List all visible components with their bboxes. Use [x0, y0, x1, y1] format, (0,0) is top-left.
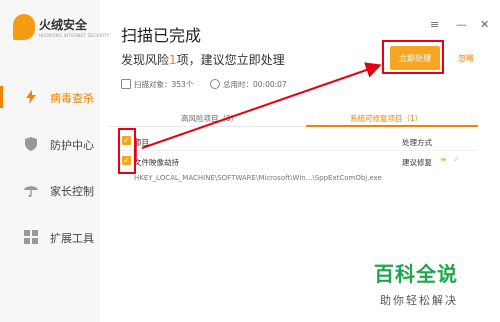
tab-high-risk[interactable]: 高风险项目（0）	[181, 113, 238, 124]
elapsed-time: 总用时：00:00:07	[210, 79, 287, 90]
sidebar-item-label: 病毒查杀	[50, 92, 94, 105]
ignore-link[interactable]: 忽略	[458, 53, 474, 64]
sidebar-item-virus-scan[interactable]: 病毒查杀	[0, 82, 100, 112]
app-subname: HUORONG INTERNET SECURITY	[39, 33, 110, 38]
annotation-box-button	[382, 40, 444, 74]
scanned-objects: 扫描对象：353个	[121, 79, 193, 90]
tab-fixable[interactable]: 系统可修复项目（1）	[350, 113, 422, 124]
umbrella-icon	[24, 186, 38, 197]
menu-button[interactable]: ≡	[430, 18, 439, 31]
check-icon[interactable]: ✓	[453, 155, 460, 164]
column-header-action: 处理方式	[402, 138, 432, 147]
flame-logo-icon	[13, 14, 35, 40]
sidebar: 火绒安全 HUORONG INTERNET SECURITY 病毒查杀 防护中心…	[0, 0, 109, 322]
row-divider	[118, 150, 478, 151]
clock-icon	[210, 79, 220, 89]
risk-suffix: 项，建议您立即处理	[176, 53, 285, 67]
watermark-subtitle: 助你轻松解决	[380, 294, 458, 307]
elapsed-text: 总用时：00:00:07	[223, 80, 287, 89]
close-button[interactable]: ✕	[480, 18, 489, 31]
sidebar-item-label: 扩展工具	[50, 232, 94, 245]
app-name: 火绒安全	[39, 18, 88, 32]
sidebar-item-label: 防护中心	[50, 139, 94, 152]
lightning-icon	[26, 90, 36, 104]
shield-icon	[25, 137, 37, 151]
app-logo: 火绒安全 HUORONG INTERNET SECURITY	[13, 14, 109, 44]
risk-prefix: 发现风险	[121, 53, 170, 67]
active-indicator	[0, 86, 3, 108]
sidebar-item-parental[interactable]: 家长控制	[0, 175, 100, 205]
row-item-name: 文件映像劫持	[134, 158, 179, 167]
sidebar-item-protection[interactable]: 防护中心	[0, 129, 100, 159]
grid-icon	[24, 230, 38, 244]
watermark-title: 百科全说	[374, 262, 458, 286]
minimize-button[interactable]: —	[456, 18, 467, 31]
document-icon	[121, 79, 131, 89]
sidebar-item-tools[interactable]: 扩展工具	[0, 222, 100, 252]
risk-summary: 发现风险1项，建议您立即处理	[121, 51, 285, 68]
column-header-item: 项目	[134, 138, 149, 147]
row-action-select[interactable]: 建议修复	[402, 157, 432, 168]
annotation-box-checkbox	[118, 128, 136, 174]
active-tab-underline	[306, 125, 478, 127]
risk-count: 1	[169, 53, 177, 67]
page-title: 扫描已完成	[121, 26, 202, 45]
row-item-path: HKEY_LOCAL_MACHINE\SOFTWARE\Microsoft\Wi…	[134, 174, 382, 182]
sidebar-item-label: 家长控制	[50, 185, 94, 198]
scanned-text: 扫描对象：353个	[134, 80, 194, 89]
list-icon[interactable]: ≡	[440, 155, 447, 164]
